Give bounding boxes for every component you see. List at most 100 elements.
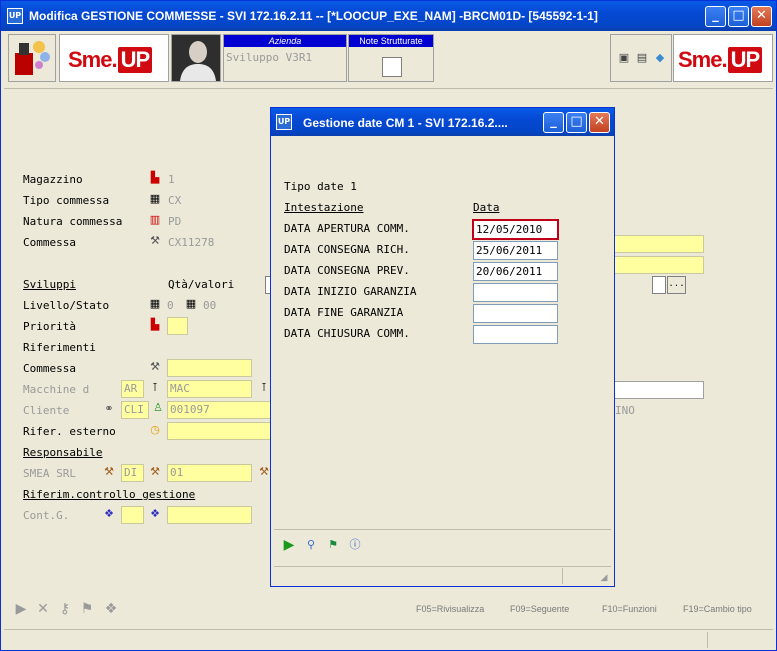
date-field[interactable]: 25/06/2011 — [473, 241, 558, 260]
smea-label: SMEA SRL — [23, 467, 76, 480]
azienda-box[interactable]: Azienda Sviluppo V3R1 — [223, 34, 347, 82]
date-field[interactable] — [473, 283, 558, 302]
cont-g-type-field[interactable] — [121, 506, 144, 524]
priorita-field[interactable] — [167, 317, 188, 335]
fkey-f05[interactable]: F05=Rivisualizza — [416, 604, 484, 614]
search-icon[interactable]: ⚲ — [304, 538, 318, 552]
document-icon[interactable]: ▤ — [635, 51, 649, 65]
priority-icon: ▙ — [150, 318, 160, 331]
logo-up: UP — [117, 47, 153, 73]
dialog-separator — [274, 529, 611, 530]
smea-type-field[interactable]: DI — [121, 464, 144, 482]
date-field[interactable]: 20/06/2011 — [473, 262, 558, 281]
monitor-icon[interactable]: ▣ — [617, 51, 631, 65]
macchine-label: Macchine d — [23, 383, 90, 396]
right-field-3[interactable] — [613, 381, 704, 399]
toolbar: Sme. UP Azienda Sviluppo V3R1 Note Strutt… — [4, 32, 773, 86]
smeup-logo[interactable]: Sme. UP — [59, 34, 169, 82]
rifer-esterno-label: Rifer. esterno — [23, 425, 116, 438]
tools-icon: ⚒ — [150, 360, 160, 373]
minimize-button[interactable]: _ — [705, 6, 726, 27]
natura-commessa-value: PD — [168, 215, 182, 228]
window-title: Modifica GESTIONE COMMESSE - SVI 172.16.… — [29, 9, 598, 23]
maximize-button[interactable]: □ — [728, 6, 749, 27]
tools-icon: ⚒ — [150, 234, 160, 247]
status-bar — [4, 629, 773, 649]
magazzino-label: Magazzino — [23, 173, 83, 186]
macchine-type-field[interactable]: AR — [121, 380, 144, 398]
natura-commessa-label: Natura commessa — [23, 215, 123, 228]
tools-box: ▣ ▤ ◆ — [610, 34, 672, 82]
flag-icon[interactable]: ⚑ — [326, 538, 340, 552]
dialog-close-button[interactable]: ✕ — [589, 112, 610, 133]
fkey-f19[interactable]: F19=Cambio tipo — [683, 604, 752, 614]
responsabile-label: Responsabile — [23, 446, 103, 459]
date-field[interactable] — [473, 304, 558, 323]
row-label: DATA CHIUSURA COMM. — [284, 327, 410, 340]
grid-icon: ▦ — [149, 192, 161, 205]
info-icon[interactable]: ⓘ — [348, 538, 362, 552]
cancel-icon[interactable]: ✕ — [35, 601, 51, 617]
azienda-value: Sviluppo V3R1 — [226, 51, 313, 64]
azienda-header: Azienda — [224, 35, 346, 47]
note-checkbox[interactable] — [382, 57, 402, 77]
cliente-code-field[interactable]: 001097 — [167, 401, 271, 419]
tipo-commessa-label: Tipo commessa — [23, 194, 110, 207]
right-checkbox[interactable] — [652, 276, 666, 294]
logo-text: Sme. — [68, 47, 118, 72]
macchine-code-field[interactable]: MAC — [167, 380, 252, 398]
riferim-controllo-label: Riferim.controllo gestione — [23, 488, 196, 501]
app-icon: UP — [7, 8, 23, 24]
magazzino-value: 1 — [168, 173, 175, 186]
dialog-maximize-button[interactable]: □ — [566, 112, 587, 133]
cont-g-code-field[interactable] — [167, 506, 252, 524]
logo-text-right: Sme. — [678, 47, 728, 72]
tipo-commessa-value: CX — [168, 194, 182, 207]
data-header: Data — [473, 201, 500, 214]
paw-icon: ❖ — [150, 507, 160, 520]
resize-grip-icon[interactable]: ◢ — [597, 571, 611, 585]
fkey-f10[interactable]: F10=Funzioni — [602, 604, 657, 614]
toolbar-separator — [4, 88, 773, 89]
right-field-2[interactable] — [613, 256, 704, 274]
smeup-logo-right[interactable]: Sme. UP — [673, 34, 773, 82]
paw-icon[interactable]: ❖ — [103, 601, 119, 617]
intestazione-header: Intestazione — [284, 201, 364, 214]
warehouse-icon: ▙ — [150, 171, 160, 184]
grid-icon: ▦ — [149, 297, 161, 310]
play-icon[interactable]: ▶ — [13, 601, 29, 617]
fkey-f09[interactable]: F09=Seguente — [510, 604, 569, 614]
flag-icon[interactable]: ⚑ — [79, 601, 95, 617]
stato-value: 00 — [203, 299, 217, 312]
row-label: DATA APERTURA COMM. — [284, 222, 410, 235]
right-field-1[interactable] — [613, 235, 704, 253]
livello-value: 0 — [167, 299, 174, 312]
title-bar: UP Modifica GESTIONE COMMESSE - SVI 172.… — [1, 1, 776, 31]
sviluppi-label: Sviluppi — [23, 278, 76, 291]
date-field[interactable]: 12/05/2010 — [472, 219, 559, 240]
dialog-status-separator — [274, 566, 611, 567]
gestione-date-dialog: UP Gestione date CM 1 - SVI 172.16.2....… — [270, 107, 615, 587]
key-icon[interactable]: ⚷ — [57, 601, 73, 617]
row-label: DATA INIZIO GARANZIA — [284, 285, 417, 298]
dialog-minimize-button[interactable]: _ — [543, 112, 564, 133]
ellipsis-button[interactable]: ... — [667, 276, 686, 294]
close-button[interactable]: ✕ — [751, 6, 772, 27]
rifer-esterno-field[interactable] — [167, 422, 271, 440]
commessa-value: CX11278 — [168, 236, 215, 249]
robot-icon[interactable] — [8, 34, 56, 82]
rif-commessa-field[interactable] — [167, 359, 252, 377]
user-avatar[interactable] — [171, 34, 221, 82]
dialog-title-bar: UP Gestione date CM 1 - SVI 172.16.2....… — [271, 108, 614, 136]
riferimenti-label: Riferimenti — [23, 341, 96, 354]
smea-code-field[interactable]: 01 — [167, 464, 252, 482]
row-label: DATA FINE GARANZIA — [284, 306, 404, 319]
date-field[interactable] — [473, 325, 558, 344]
tipo-date-label: Tipo date 1 — [284, 180, 357, 193]
cube-icon[interactable]: ◆ — [653, 51, 667, 65]
play-icon[interactable]: ▶ — [282, 538, 296, 552]
row-label: DATA CONSEGNA PREV. — [284, 264, 410, 277]
rif-commessa-label: Commessa — [23, 362, 76, 375]
priorita-label: Priorità — [23, 320, 76, 333]
cliente-type-field[interactable]: CLI — [121, 401, 149, 419]
